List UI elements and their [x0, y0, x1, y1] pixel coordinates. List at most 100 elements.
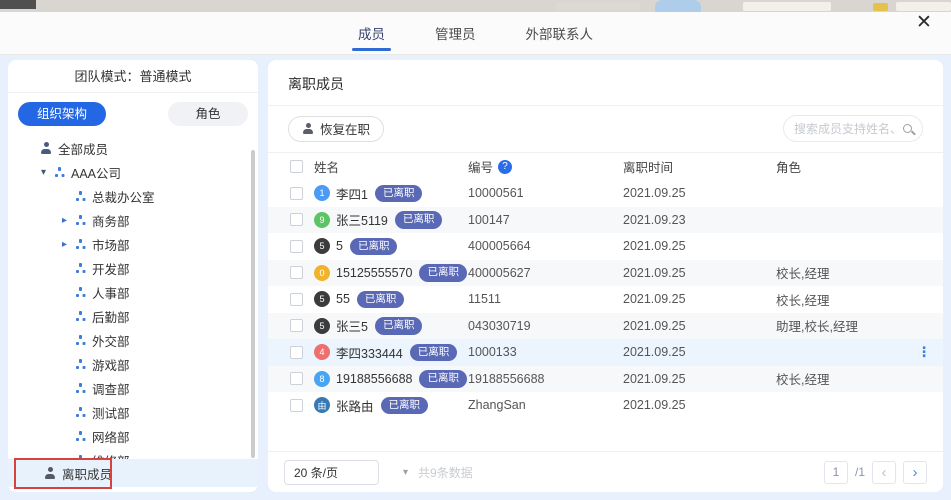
member-name: 55 — [336, 292, 350, 306]
table-row[interactable]: 8 19188556688 已离职 19188556688 2021.09.25… — [268, 366, 943, 393]
caret-down-icon[interactable]: ▾ — [41, 167, 54, 178]
member-name: 15125555570 — [336, 266, 412, 280]
avatar: 5 — [314, 291, 330, 307]
table-row[interactable]: 4 李四333444 已离职 1000133 2021.09.25 ⋮ — [268, 339, 943, 366]
background-window-strip — [0, 0, 951, 12]
org-structure-button[interactable]: 组织架构 — [18, 102, 106, 126]
sidebar-item-dept[interactable]: 测试部 — [8, 400, 258, 424]
row-checkbox[interactable] — [290, 346, 303, 359]
page-total: /1 — [855, 465, 865, 479]
prev-page-button[interactable]: ‹ — [872, 461, 896, 484]
sidebar-item-dept[interactable]: 后勤部 — [8, 304, 258, 328]
help-icon[interactable]: ? — [498, 160, 512, 174]
header-resign-date: 离职时间 — [623, 157, 776, 176]
search-icon[interactable] — [903, 124, 912, 133]
avatar: 8 — [314, 371, 330, 387]
chevron-down-icon[interactable]: ▾ — [403, 467, 408, 478]
row-checkbox[interactable] — [290, 399, 303, 412]
resign-date: 2021.09.25 — [623, 292, 776, 306]
avatar: 4 — [314, 344, 330, 360]
sidebar-item-dept[interactable]: 网络部 — [8, 424, 258, 448]
toolbar: 恢复在职 — [268, 106, 943, 152]
status-badge: 已离职 — [350, 238, 398, 256]
row-checkbox[interactable] — [290, 213, 303, 226]
tree-item-label: 商务部 — [92, 211, 130, 230]
restore-member-button[interactable]: 恢复在职 — [288, 116, 384, 142]
close-button[interactable]: ✕ — [911, 9, 937, 35]
table-row[interactable]: 5 张三5 已离职 043030719 2021.09.25 助理,校长,经理 — [268, 313, 943, 340]
tree-item-label: 人事部 — [92, 283, 130, 302]
row-checkbox[interactable] — [290, 187, 303, 200]
page-size-select[interactable]: 20 条/页 — [284, 460, 379, 485]
member-name: 张三5 — [336, 316, 368, 335]
row-checkbox[interactable] — [290, 266, 303, 279]
sidebar-item-company[interactable]: ▾ AAA公司 — [8, 160, 258, 184]
caret-right-icon[interactable]: ▸ — [62, 215, 75, 226]
avatar: 5 — [314, 238, 330, 254]
row-checkbox[interactable] — [290, 319, 303, 332]
page-input[interactable]: 1 — [824, 461, 848, 484]
member-id: 400005627 — [468, 266, 623, 280]
avatar: 0 — [314, 265, 330, 281]
team-mode-label: 团队模式：普通模式 — [8, 60, 258, 93]
sidebar-item-dept[interactable]: 游戏部 — [8, 352, 258, 376]
chevron-left-icon: ‹ — [882, 464, 887, 481]
row-checkbox[interactable] — [290, 240, 303, 253]
resign-date: 2021.09.25 — [623, 266, 776, 280]
table-row[interactable]: 5 55 已离职 11511 2021.09.25 校长,经理 — [268, 286, 943, 313]
table-row[interactable]: 1 李四1 已离职 10000561 2021.09.25 — [268, 180, 943, 207]
org-icon — [75, 383, 86, 394]
status-badge: 已离职 — [419, 370, 467, 388]
member-search-box[interactable] — [783, 115, 923, 142]
sidebar-item-dept[interactable]: ▸ 市场部 — [8, 232, 258, 256]
caret-right-icon[interactable]: ▸ — [62, 239, 75, 250]
sidebar-item-dept[interactable]: 外交部 — [8, 328, 258, 352]
table-row[interactable]: 5 5 已离职 400005664 2021.09.25 — [268, 233, 943, 260]
member-id: ZhangSan — [468, 398, 623, 412]
resign-date: 2021.09.25 — [623, 345, 776, 359]
avatar: 5 — [314, 318, 330, 334]
org-icon — [75, 191, 86, 202]
status-badge: 已离职 — [381, 397, 429, 415]
kebab-menu-icon[interactable]: ⋮ — [917, 344, 931, 361]
resign-date: 2021.09.25 — [623, 398, 776, 412]
role-button[interactable]: 角色 — [168, 102, 248, 126]
background-shape — [743, 2, 831, 11]
background-shape — [556, 2, 640, 11]
tab-external-contacts[interactable]: 外部联系人 — [526, 12, 594, 54]
row-checkbox[interactable] — [290, 293, 303, 306]
page-size-value: 20 条/页 — [294, 464, 338, 481]
row-checkbox[interactable] — [290, 372, 303, 385]
member-id: 100147 — [468, 213, 623, 227]
sidebar-item-dept[interactable]: 总裁办公室 — [8, 184, 258, 208]
member-role: 助理,校长,经理 — [776, 316, 921, 335]
tab-admins[interactable]: 管理员 — [435, 12, 476, 54]
table-row[interactable]: 9 张三5119 已离职 100147 2021.09.23 — [268, 207, 943, 234]
tree-item-label: 网络部 — [92, 427, 130, 446]
sidebar-item-dept[interactable]: ▸ 商务部 — [8, 208, 258, 232]
sidebar-item-dept[interactable]: 开发部 — [8, 256, 258, 280]
sidebar-item-resigned-members[interactable]: 离职成员 — [8, 459, 258, 487]
member-role: 校长,经理 — [776, 290, 921, 309]
sidebar-item-all-members[interactable]: 全部成员 — [8, 136, 258, 160]
close-icon: ✕ — [916, 11, 932, 34]
tree-item-label: 测试部 — [92, 403, 130, 422]
select-all-checkbox[interactable] — [290, 160, 303, 173]
table-row[interactable]: 0 15125555570 已离职 400005627 2021.09.25 校… — [268, 260, 943, 287]
member-role: 校长,经理 — [776, 369, 921, 388]
org-icon — [75, 335, 86, 346]
sidebar-toggle-buttons: 组织架构 角色 — [8, 93, 258, 130]
background-shape — [0, 0, 36, 9]
sidebar-scrollbar[interactable] — [251, 150, 255, 458]
member-name: 19188556688 — [336, 372, 412, 386]
status-badge: 已离职 — [419, 264, 467, 282]
sidebar-item-dept[interactable]: 人事部 — [8, 280, 258, 304]
resign-date: 2021.09.25 — [623, 372, 776, 386]
org-icon — [75, 359, 86, 370]
tab-members[interactable]: 成员 — [358, 12, 385, 54]
status-badge: 已离职 — [375, 317, 423, 335]
next-page-button[interactable]: › — [903, 461, 927, 484]
member-search-input[interactable] — [794, 122, 899, 136]
table-row[interactable]: 由 张路由 已离职 ZhangSan 2021.09.25 — [268, 392, 943, 419]
sidebar-item-dept[interactable]: 调查部 — [8, 376, 258, 400]
